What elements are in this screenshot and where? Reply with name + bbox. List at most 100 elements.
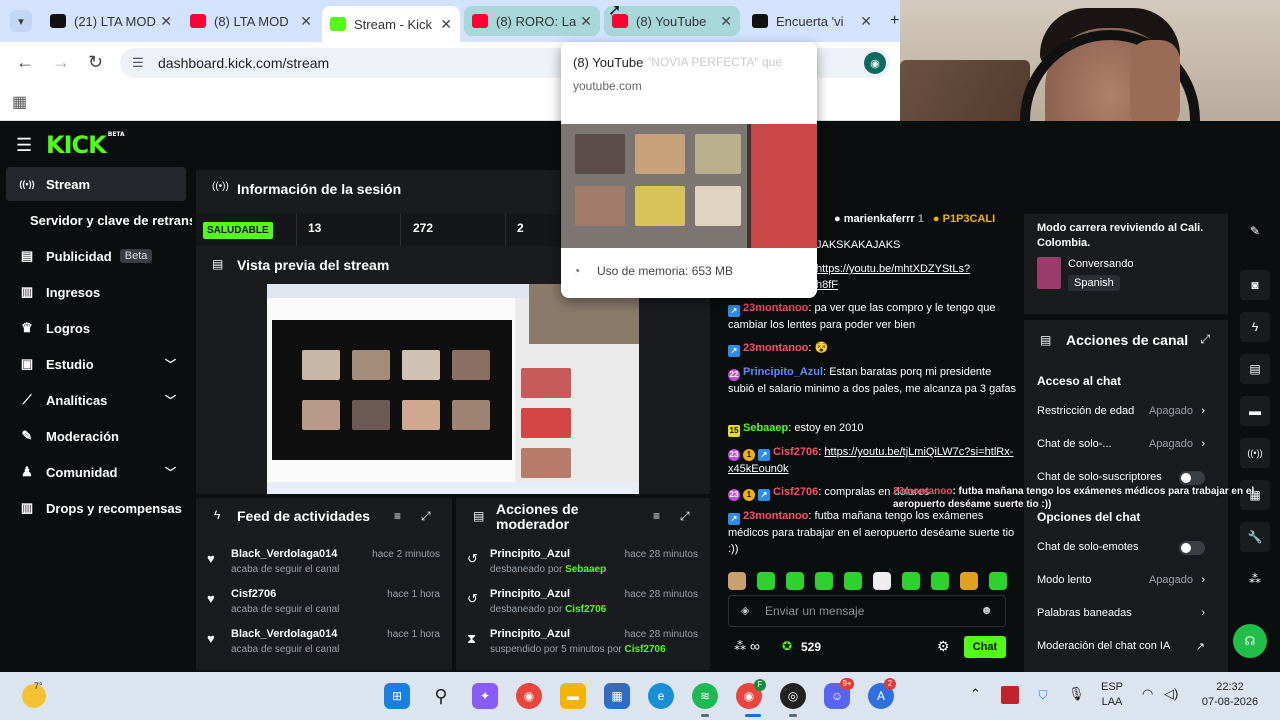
search-icon[interactable]: ⚲	[428, 683, 454, 709]
chat-username[interactable]: 23montanoo	[743, 510, 808, 522]
new-tab-icon[interactable]: +	[890, 12, 899, 30]
banned-words-row[interactable]: Palabras baneadas ›	[1037, 607, 1217, 619]
language-indicator[interactable]: ESP LAA	[1100, 680, 1124, 710]
settings-gear-icon[interactable]: ⚙	[937, 638, 950, 655]
tab-youtube[interactable]: (8) YouTube ✕	[604, 6, 740, 36]
moderator-name[interactable]: Cisf2706	[625, 644, 666, 655]
broadcast-icon[interactable]: ((•))	[1240, 438, 1270, 468]
emoji-icon[interactable]: ☻	[980, 603, 993, 617]
tab-tiktok[interactable]: Encuerta 'vi ✕	[744, 6, 880, 36]
moderator-name[interactable]: Cisf2706	[565, 604, 606, 615]
sidebar-sub-server-key[interactable]: Servidor y clave de retransmisión	[30, 213, 192, 228]
camera-icon[interactable]: ◙	[1240, 270, 1270, 300]
nodes-icon[interactable]: ⁂	[1240, 564, 1270, 594]
age-restriction-row[interactable]: Restricción de edad Apagado ›	[1037, 405, 1217, 417]
chat-username[interactable]: Sebaaep	[743, 422, 788, 434]
sidebar-item-estudio[interactable]: ▣ Estudio ﹀	[6, 347, 186, 381]
emote-icon[interactable]	[989, 572, 1007, 590]
tab-lta-mod-x[interactable]: (21) LTA MOD ✕	[42, 6, 180, 36]
follower-name[interactable]: Cisf2706	[231, 588, 276, 600]
close-icon[interactable]: ✕	[440, 16, 452, 33]
emote-icon[interactable]	[815, 572, 833, 590]
copilot-icon[interactable]: ✦	[472, 683, 498, 709]
emote-icon[interactable]	[757, 572, 775, 590]
slow-mode-row[interactable]: Modo lento Apagado ›	[1037, 574, 1217, 586]
ai-moderation-row[interactable]: Moderación del chat con IA ↗	[1037, 640, 1217, 653]
sidebar-item-ingresos[interactable]: ▥ Ingresos	[6, 275, 186, 309]
chat-username[interactable]: Principito_Azul	[743, 366, 823, 378]
chevron-up-icon[interactable]: ⌃	[970, 686, 981, 701]
headset-support-icon[interactable]: ☊	[1233, 624, 1267, 658]
chat-username[interactable]: Cisf2706	[773, 486, 818, 498]
lens-icon[interactable]: ◉	[864, 52, 886, 74]
close-icon[interactable]: ✕	[160, 13, 172, 30]
lightning-icon[interactable]: ϟ	[1240, 312, 1270, 342]
close-icon[interactable]: ✕	[300, 13, 312, 30]
filter-icon[interactable]: ≡	[394, 509, 401, 523]
forward-arrow-icon[interactable]: →	[52, 52, 70, 73]
chat-username[interactable]: Cisf2706	[773, 446, 818, 458]
tab-stream-kick[interactable]: Stream - Kick ✕	[322, 6, 460, 42]
store-icon[interactable]: ▦	[604, 683, 630, 709]
back-arrow-icon[interactable]: ←	[16, 52, 34, 73]
emote-icon[interactable]	[931, 572, 949, 590]
emote-icon[interactable]	[902, 572, 920, 590]
top-user[interactable]: P1P3CALI	[943, 213, 996, 225]
tab-roro-youtube[interactable]: (8) RORO: La ✕	[464, 6, 600, 36]
sidebar-item-moderacion[interactable]: ✎ Moderación	[6, 419, 186, 453]
reload-icon[interactable]: ↻	[88, 52, 103, 73]
clock[interactable]: 22:32 07-08-2026	[1194, 680, 1266, 710]
category-thumbnail[interactable]	[1037, 257, 1061, 289]
chat-username[interactable]: 23montanoo	[743, 342, 808, 354]
chat-input[interactable]: ◈ Enviar un mensaje ☻	[728, 595, 1006, 627]
moderated-user[interactable]: Principito_Azul	[490, 588, 570, 600]
emote-icon[interactable]	[960, 572, 978, 590]
apps-grid-icon[interactable]: ▦	[12, 92, 27, 112]
edit-pencil-icon[interactable]: ✎	[1240, 216, 1270, 246]
chat-send-button[interactable]: Chat	[964, 636, 1006, 658]
sidebar-item-stream[interactable]: ((•)) Stream	[6, 167, 186, 201]
follower-name[interactable]: Black_Verdolaga014	[231, 628, 337, 640]
obs-icon[interactable]: ◎	[780, 683, 806, 709]
sidebar-item-analiticas[interactable]: ⟋ Analíticas ﹀	[6, 383, 186, 417]
popout-icon[interactable]: ⤢	[680, 509, 690, 524]
volume-icon[interactable]: ◁)	[1164, 686, 1178, 701]
start-windows-icon[interactable]: ⊞	[384, 683, 410, 709]
sidebar-item-publicidad[interactable]: ▤ Publicidad Beta	[6, 239, 186, 273]
tab-lta-mod-youtube[interactable]: (8) LTA MOD ✕	[182, 6, 320, 36]
shield-icon[interactable]: ◈	[741, 604, 749, 617]
emote-icon[interactable]	[873, 572, 891, 590]
chat-link[interactable]: https://youtu.be/mhtXDZYStLs?	[816, 263, 970, 275]
menu-icon[interactable]: ☰	[16, 135, 32, 156]
tab-search-button[interactable]: ▾	[10, 10, 32, 32]
kick-logo[interactable]: KICK BETA	[46, 131, 125, 159]
close-icon[interactable]: ✕	[860, 13, 872, 30]
emote-icon[interactable]	[844, 572, 862, 590]
site-info-icon[interactable]: ☰	[132, 55, 144, 71]
chat-link[interactable]: h8fF	[816, 279, 838, 291]
filter-icon[interactable]: ≡	[653, 509, 660, 523]
sidebar-item-comunidad[interactable]: ♟ Comunidad ﹀	[6, 455, 186, 489]
users-icon[interactable]: ⁂	[734, 639, 746, 653]
emote-icon[interactable]	[786, 572, 804, 590]
edge-icon[interactable]: e	[648, 683, 674, 709]
tray-app-icon[interactable]	[1001, 686, 1019, 704]
microphone-icon[interactable]: 🎙	[1068, 686, 1085, 701]
moderated-user[interactable]: Principito_Azul	[490, 548, 570, 560]
emotes-only-toggle[interactable]	[1179, 541, 1205, 555]
popout-icon[interactable]: ⤢	[421, 509, 431, 524]
popout-icon[interactable]: ⤢	[1200, 332, 1210, 347]
document-icon[interactable]: ▤	[1240, 354, 1270, 384]
moderated-user[interactable]: Principito_Azul	[490, 628, 570, 640]
moderator-name[interactable]: Sebaaep	[565, 564, 606, 575]
close-icon[interactable]: ✕	[580, 13, 592, 30]
chat-username[interactable]: 23montanoo	[743, 302, 808, 314]
sidebar-item-drops[interactable]: ▥ Drops y recompensas	[6, 491, 186, 525]
stream-preview-video[interactable]	[267, 284, 639, 494]
shield-tray-icon[interactable]: ⛉	[1034, 686, 1052, 704]
sidebar-item-logros[interactable]: ♛ Logros	[6, 311, 186, 345]
wrench-icon[interactable]: 🔧	[1240, 522, 1270, 552]
spotify-icon[interactable]: ≋	[692, 683, 718, 709]
folder-icon[interactable]: ▬	[560, 683, 586, 709]
emote-icon[interactable]	[728, 572, 746, 590]
